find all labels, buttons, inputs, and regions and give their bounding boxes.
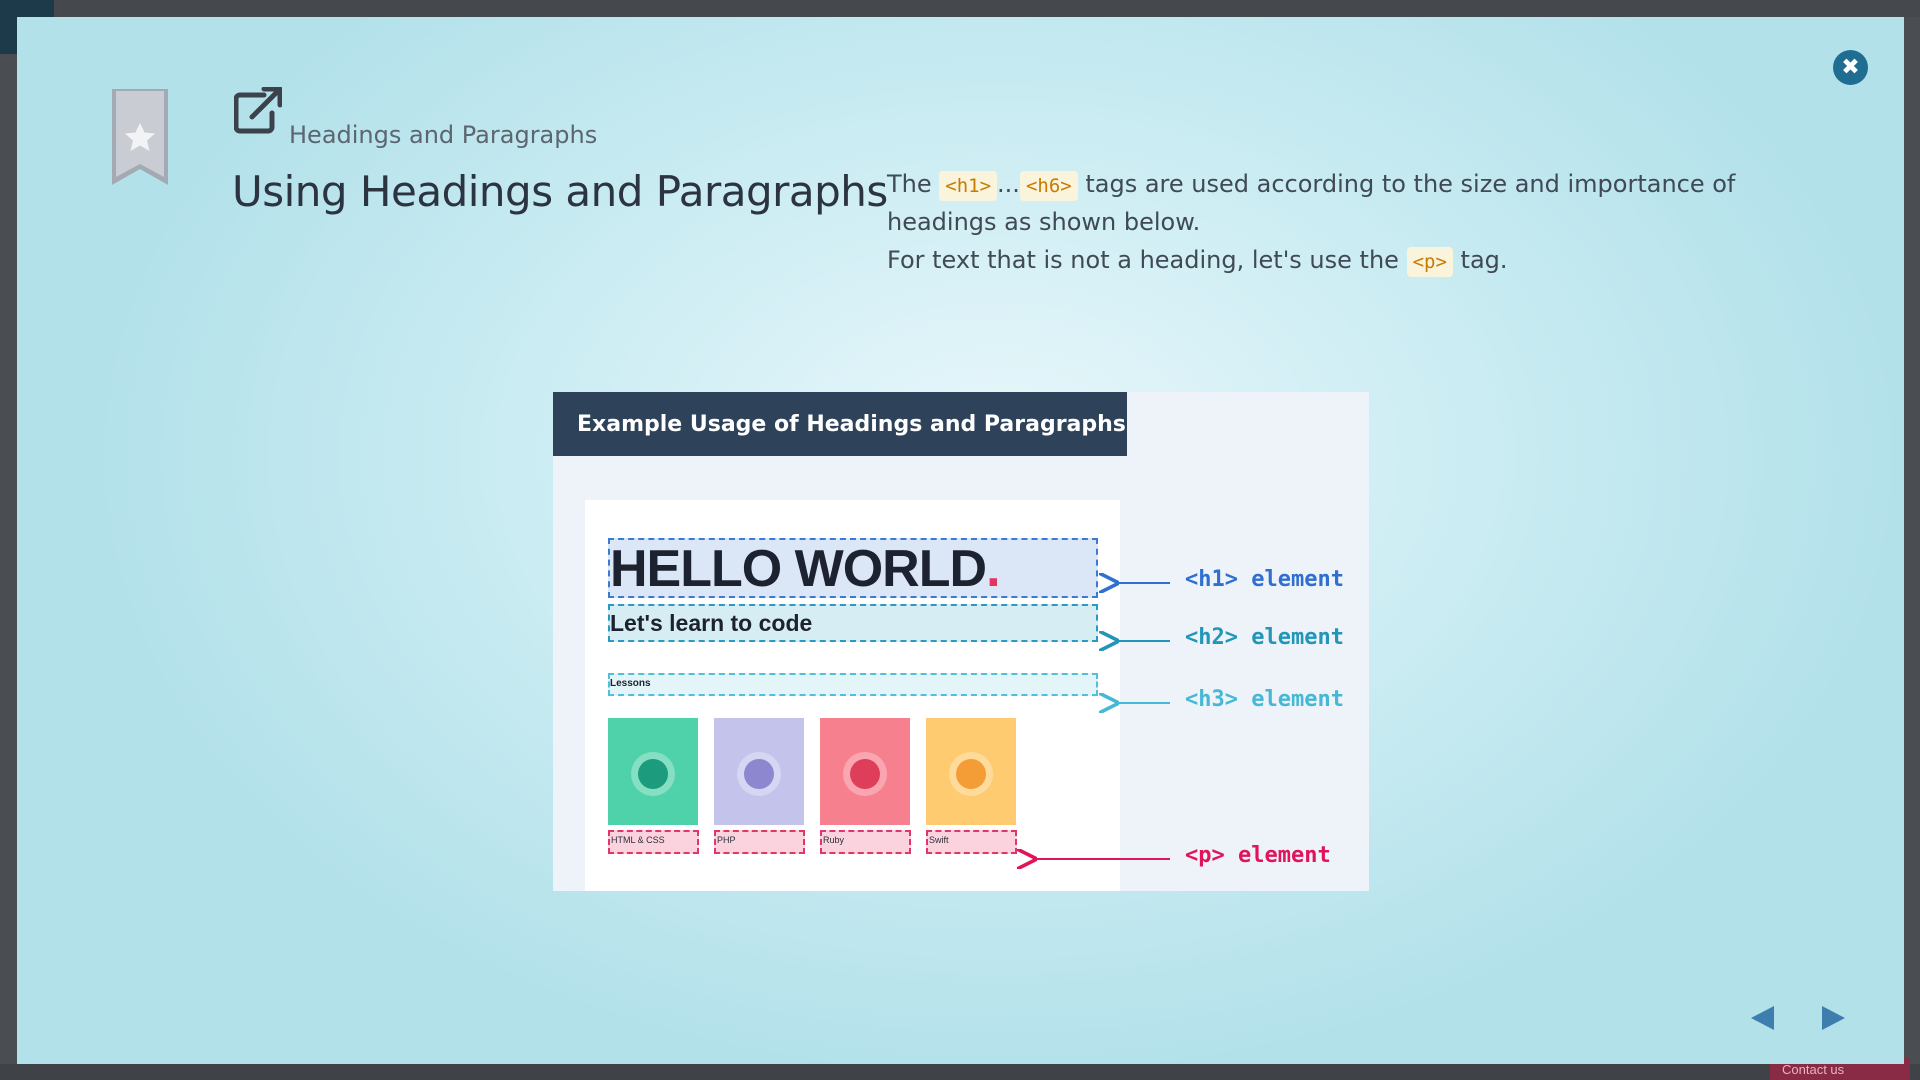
previous-slide-button[interactable] (1748, 1003, 1778, 1033)
breadcrumb: Headings and Paragraphs (289, 121, 598, 149)
h3-element-label: <h3> element (1185, 687, 1344, 712)
code-tag-p: <p> (1406, 247, 1453, 277)
code-tag-h1: <h1> (939, 171, 998, 201)
description-text: The <h1>... <h6> tags are used according … (887, 165, 1807, 279)
example-figure: Example Usage of Headings and Paragraphs… (553, 392, 1369, 891)
bookmark-star-icon[interactable] (110, 89, 170, 189)
external-link-icon[interactable] (234, 87, 282, 135)
triangle-right-icon (1822, 1006, 1845, 1030)
close-icon: ✖ (1841, 55, 1860, 80)
page-title: Using Headings and Paragraphs (232, 167, 888, 216)
code-tag-h6: <h6> (1019, 171, 1078, 201)
p-element-label: <p> element (1185, 843, 1331, 868)
slide-modal: ✖ Headings and Paragraphs Using Headings… (17, 17, 1904, 1064)
close-button[interactable]: ✖ (1833, 50, 1868, 85)
next-slide-button[interactable] (1818, 1003, 1848, 1033)
app-top-bar (0, 0, 1920, 17)
app-bottom-bar (0, 1064, 1920, 1080)
triangle-left-icon (1751, 1006, 1774, 1030)
h2-element-label: <h2> element (1185, 625, 1344, 650)
h1-element-label: <h1> element (1185, 567, 1344, 592)
